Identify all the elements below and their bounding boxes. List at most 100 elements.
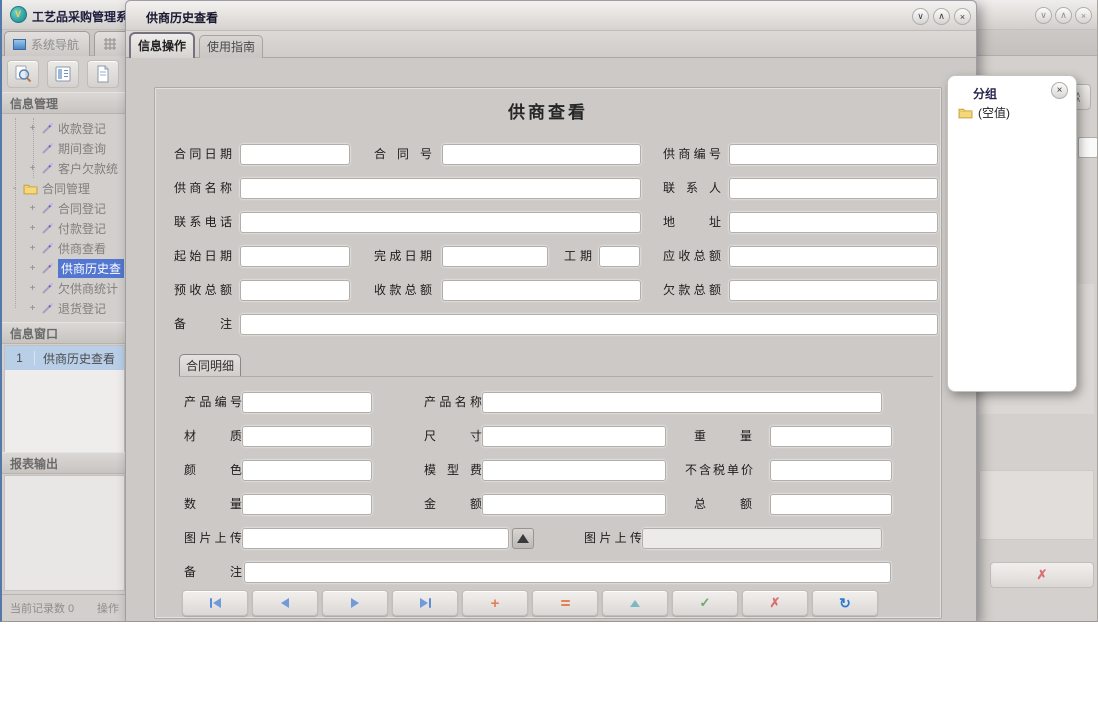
expander[interactable]: + bbox=[28, 163, 37, 174]
contract-date-input[interactable] bbox=[240, 144, 350, 165]
supplier-no-input[interactable] bbox=[729, 144, 938, 165]
total-input[interactable] bbox=[770, 494, 892, 515]
duration-input[interactable] bbox=[599, 246, 640, 267]
weight-input[interactable] bbox=[770, 426, 892, 447]
tab-system-nav[interactable]: 系统导航 bbox=[4, 31, 90, 56]
sidebar-item-tuihuodengji[interactable]: + 退货登记 bbox=[2, 298, 125, 318]
owed-total-input[interactable] bbox=[729, 280, 938, 301]
size-input[interactable] bbox=[482, 426, 666, 447]
material-input[interactable] bbox=[242, 426, 372, 447]
delete-record-button[interactable] bbox=[532, 590, 598, 616]
app-title: 工艺品采购管理系统 bbox=[32, 8, 140, 25]
post-record-button[interactable]: ✓ bbox=[672, 590, 738, 616]
supplier-name-label: 供商名称 bbox=[174, 178, 232, 199]
chevron-down-icon[interactable]: ∨ bbox=[912, 8, 929, 25]
color-label: 颜色 bbox=[184, 460, 242, 481]
received-total-input[interactable] bbox=[442, 280, 641, 301]
receivable-total-input[interactable] bbox=[729, 246, 938, 267]
prepaid-total-input[interactable] bbox=[240, 280, 350, 301]
form-icon bbox=[53, 64, 73, 84]
wand-icon bbox=[41, 262, 54, 275]
row-index: 1 bbox=[5, 351, 35, 365]
next-record-button[interactable] bbox=[322, 590, 388, 616]
expander[interactable]: + bbox=[28, 303, 37, 314]
quantity-input[interactable] bbox=[242, 494, 372, 515]
received-total-label: 收款总额 bbox=[374, 280, 432, 301]
untaxed-price-input[interactable] bbox=[770, 460, 892, 481]
address-input[interactable] bbox=[729, 212, 938, 233]
close-icon[interactable]: × bbox=[1051, 82, 1068, 99]
model-fee-input[interactable] bbox=[482, 460, 666, 481]
detail-remark-input[interactable] bbox=[244, 562, 891, 583]
close-icon[interactable]: × bbox=[1075, 7, 1092, 24]
cancel-record-button[interactable]: ✗ bbox=[742, 590, 808, 616]
search-button[interactable] bbox=[7, 60, 39, 88]
image-upload-button[interactable] bbox=[512, 528, 534, 549]
expander[interactable]: + bbox=[28, 123, 37, 134]
address-label: 地址 bbox=[663, 212, 721, 233]
tab-contract-detail[interactable]: 合同明细 bbox=[179, 354, 241, 377]
image-upload-1-label: 图片上传 bbox=[184, 528, 242, 549]
chevron-up-icon[interactable]: ∧ bbox=[933, 8, 950, 25]
expander[interactable]: + bbox=[28, 263, 37, 274]
untaxed-price-label: 不含税单价 bbox=[685, 460, 753, 481]
sidebar-item-fukuandengji[interactable]: + 付款登记 bbox=[2, 218, 125, 238]
sidebar-item-gongshanglishi[interactable]: + 供商历史查 bbox=[2, 258, 125, 278]
operation-label: 操作 bbox=[97, 595, 119, 622]
remark-input[interactable] bbox=[240, 314, 938, 335]
info-window-list: 1 供商历史查看 bbox=[4, 345, 125, 453]
expander[interactable]: + bbox=[28, 223, 37, 234]
size-label: 尺寸 bbox=[424, 426, 482, 447]
group-panel-title: 分组 bbox=[973, 85, 997, 102]
quantity-label: 数量 bbox=[184, 494, 242, 515]
contract-detail-divider bbox=[179, 376, 933, 377]
color-input[interactable] bbox=[242, 460, 372, 481]
expander[interactable]: + bbox=[28, 243, 37, 254]
insert-record-button[interactable]: + bbox=[462, 590, 528, 616]
image-upload-1-input[interactable] bbox=[242, 528, 509, 549]
tab-usage-guide[interactable]: 使用指南 bbox=[199, 35, 263, 58]
sidebar-item-kehuqiankuan[interactable]: + 客户欠款统 bbox=[2, 158, 125, 178]
prev-record-button[interactable] bbox=[252, 590, 318, 616]
chevron-up-icon[interactable]: ∧ bbox=[1055, 7, 1072, 24]
contract-no-input[interactable] bbox=[442, 144, 641, 165]
finish-date-input[interactable] bbox=[442, 246, 548, 267]
expander[interactable]: + bbox=[28, 283, 37, 294]
expander[interactable]: + bbox=[28, 203, 37, 214]
dialog-titlebar[interactable]: 供商历史查看 ∨ ∧ × bbox=[126, 1, 976, 31]
contact-phone-input[interactable] bbox=[240, 212, 641, 233]
document-button[interactable] bbox=[87, 60, 119, 88]
sidebar-item-gongshangchakan[interactable]: + 供商查看 bbox=[2, 238, 125, 258]
info-window-row[interactable]: 1 供商历史查看 bbox=[5, 346, 124, 370]
product-name-label: 产品名称 bbox=[424, 392, 482, 413]
background-cancel-button-fragment[interactable]: ✗ bbox=[990, 562, 1094, 588]
contact-person-input[interactable] bbox=[729, 178, 938, 199]
section-report-output: 报表输出 bbox=[2, 452, 125, 474]
sidebar-item-hetongdengji[interactable]: + 合同登记 bbox=[2, 198, 125, 218]
group-panel-item-empty[interactable]: (空值) bbox=[958, 104, 1010, 121]
image-upload-2-input[interactable] bbox=[642, 528, 882, 549]
edit-record-button[interactable] bbox=[602, 590, 668, 616]
product-no-input[interactable] bbox=[242, 392, 372, 413]
first-record-button[interactable] bbox=[182, 590, 248, 616]
refresh-record-button[interactable]: ↻ bbox=[812, 590, 878, 616]
sidebar-item-qijian[interactable]: 期间查询 bbox=[2, 138, 125, 158]
main-window: V 工艺品采购管理系统 ∨ ∧ × 系统导航 bbox=[0, 0, 1098, 622]
sidebar-item-qiangongshang[interactable]: + 欠供商统计 bbox=[2, 278, 125, 298]
tab-info-operation[interactable]: 信息操作 bbox=[129, 32, 195, 58]
chevron-down-icon[interactable]: ∨ bbox=[1035, 7, 1052, 24]
expander[interactable]: - bbox=[10, 183, 19, 194]
product-name-input[interactable] bbox=[482, 392, 882, 413]
start-date-label: 起始日期 bbox=[174, 246, 232, 267]
finish-date-label: 完成日期 bbox=[374, 246, 432, 267]
supplier-name-input[interactable] bbox=[240, 178, 641, 199]
amount-input[interactable] bbox=[482, 494, 666, 515]
close-icon[interactable]: × bbox=[954, 8, 971, 25]
last-record-button[interactable] bbox=[392, 590, 458, 616]
sidebar-item-shoukuan[interactable]: + 收款登记 bbox=[2, 118, 125, 138]
start-date-input[interactable] bbox=[240, 246, 350, 267]
form-view-button[interactable] bbox=[47, 60, 79, 88]
dialog-supplier-history: 供商历史查看 ∨ ∧ × 信息操作 使用指南 供商查看 合同日期 合同号 供商编… bbox=[125, 0, 977, 622]
wand-icon bbox=[41, 222, 54, 235]
sidebar-item-hetongguanli[interactable]: - 合同管理 bbox=[2, 178, 125, 198]
